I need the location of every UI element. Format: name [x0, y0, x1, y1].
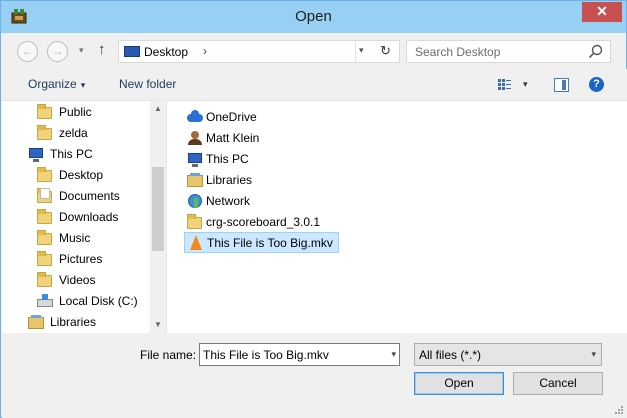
- view-dropdown-button[interactable]: ▾: [523, 79, 528, 90]
- file-type-value: All files (*.*): [419, 348, 482, 362]
- up-button[interactable]: ↑: [98, 41, 106, 58]
- list-item-label: OneDrive: [206, 109, 257, 124]
- computer-icon: [28, 146, 44, 162]
- sidebar-item-label: Downloads: [59, 209, 119, 224]
- sidebar-item-label: Documents: [59, 188, 120, 203]
- libraries-icon: [28, 314, 44, 330]
- organize-caret-icon: ▾: [80, 80, 86, 90]
- organize-label: Organize: [28, 77, 77, 91]
- list-item-label: crg-scoreboard_3.0.1: [206, 214, 321, 229]
- file-type-select[interactable]: All files (*.*) ▾: [414, 343, 602, 366]
- list-item-selected-file[interactable]: This File is Too Big.mkv: [184, 232, 339, 253]
- folder-icon: [187, 213, 203, 230]
- breadcrumb-desktop[interactable]: Desktop: [144, 45, 188, 59]
- sidebar-item-label: Videos: [59, 272, 96, 287]
- pictures-folder-icon: [37, 250, 53, 267]
- file-name-label: File name:: [140, 348, 197, 362]
- sidebar-item-videos[interactable]: Videos: [37, 269, 95, 290]
- list-item-label: This PC: [206, 151, 249, 166]
- network-icon: [187, 193, 203, 209]
- user-folder-icon: [187, 130, 203, 146]
- sidebar-item-this-pc[interactable]: This PC: [28, 143, 93, 164]
- preview-pane-icon[interactable]: [554, 78, 569, 92]
- downloads-folder-icon: [37, 208, 53, 225]
- refresh-button[interactable]: ↻: [380, 43, 391, 59]
- sidebar-item-label: Pictures: [59, 251, 103, 266]
- title-bar[interactable]: Open ✕: [1, 1, 626, 33]
- sidebar-item-documents[interactable]: Documents: [37, 185, 120, 206]
- sidebar-item-music[interactable]: Music: [37, 227, 90, 248]
- folder-icon: [37, 103, 53, 120]
- new-folder-button[interactable]: New folder: [119, 77, 176, 91]
- file-name-field[interactable]: This File is Too Big.mkv ▾: [199, 343, 400, 366]
- open-file-dialog: Open ✕ ← → ▾ ↑ Desktop › ▾ ↻ Search Desk…: [0, 0, 627, 418]
- videos-folder-icon: [37, 271, 53, 288]
- navigation-pane-scrollbar[interactable]: ▲ ▼: [150, 101, 166, 333]
- open-button[interactable]: Open: [414, 372, 504, 395]
- scroll-down-button[interactable]: ▼: [150, 317, 166, 333]
- sidebar-item-label: Music: [59, 230, 91, 245]
- dialog-footer: File name: This File is Too Big.mkv ▾ Al…: [2, 333, 627, 418]
- organize-button[interactable]: Organize ▾: [28, 77, 85, 91]
- window-title: Open: [295, 8, 332, 25]
- file-name-dropdown-button[interactable]: ▾: [391, 349, 396, 360]
- search-input[interactable]: Search Desktop: [406, 40, 611, 63]
- command-toolbar: Organize ▾ New folder ▾ ?: [2, 69, 627, 101]
- computer-icon: [187, 151, 203, 167]
- sidebar-item-libraries[interactable]: Libraries: [28, 311, 96, 332]
- sidebar-item-pictures[interactable]: Pictures: [37, 248, 102, 269]
- sidebar-item-label: Public: [59, 104, 92, 119]
- forward-button[interactable]: →: [47, 41, 68, 62]
- sidebar-item-local-disk[interactable]: Local Disk (C:): [37, 290, 138, 311]
- file-type-dropdown-icon: ▾: [591, 349, 596, 359]
- cancel-button[interactable]: Cancel: [513, 372, 603, 395]
- list-item-onedrive[interactable]: OneDrive: [184, 106, 262, 127]
- address-divider: [355, 41, 356, 62]
- list-item-this-pc[interactable]: This PC: [184, 148, 254, 169]
- onedrive-icon: [187, 109, 203, 125]
- sidebar-item-zelda[interactable]: zelda: [37, 122, 88, 143]
- scrollbar-thumb[interactable]: [152, 167, 164, 251]
- sidebar-item-label: Desktop: [59, 167, 104, 182]
- view-options-icon[interactable]: [498, 78, 512, 91]
- list-item-matt-klein[interactable]: Matt Klein: [184, 127, 264, 148]
- navigation-bar: ← → ▾ ↑ Desktop › ▾ ↻ Search Desktop: [9, 33, 620, 69]
- close-button[interactable]: ✕: [582, 2, 622, 22]
- list-item-libraries[interactable]: Libraries: [184, 169, 257, 190]
- list-item-label: Matt Klein: [206, 130, 260, 145]
- list-item-network[interactable]: Network: [184, 190, 255, 211]
- desktop-folder-icon: [37, 166, 53, 183]
- recent-locations-button[interactable]: ▾: [79, 45, 84, 56]
- sidebar-item-downloads[interactable]: Downloads: [37, 206, 118, 227]
- sidebar-item-public[interactable]: Public: [37, 101, 92, 122]
- sidebar-item-label: Local Disk (C:): [59, 293, 138, 308]
- navigation-pane: Public zelda This PC Desktop Documents D…: [2, 101, 166, 333]
- scroll-up-button[interactable]: ▲: [150, 101, 166, 117]
- address-bar[interactable]: Desktop › ▾ ↻: [118, 40, 400, 63]
- music-folder-icon: [37, 229, 53, 246]
- sidebar-item-label: Libraries: [50, 314, 97, 329]
- list-item-label: Network: [206, 193, 251, 208]
- file-name-value[interactable]: This File is Too Big.mkv: [203, 348, 329, 362]
- vlc-media-icon: [188, 234, 204, 251]
- breadcrumb-chevron-icon[interactable]: ›: [203, 44, 207, 58]
- desktop-icon: [124, 46, 140, 57]
- sidebar-item-desktop[interactable]: Desktop: [37, 164, 103, 185]
- help-button[interactable]: ?: [589, 77, 604, 92]
- hard-disk-icon: [37, 293, 53, 309]
- documents-folder-icon: [37, 187, 53, 204]
- sidebar-item-label: zelda: [59, 125, 88, 140]
- search-icon[interactable]: [588, 44, 603, 59]
- list-item-crg-scoreboard[interactable]: crg-scoreboard_3.0.1: [184, 211, 325, 232]
- folder-icon: [37, 124, 53, 141]
- list-item-label: Libraries: [206, 172, 253, 187]
- back-button[interactable]: ←: [17, 41, 38, 62]
- file-list: OneDrive Matt Klein This PC Libraries Ne…: [167, 101, 627, 333]
- address-dropdown-button[interactable]: ▾: [359, 45, 364, 56]
- resize-grip-icon[interactable]: [614, 405, 624, 415]
- sidebar-item-label: This PC: [50, 146, 93, 161]
- libraries-icon: [187, 172, 203, 188]
- search-placeholder: Search Desktop: [415, 45, 501, 59]
- list-item-label: This File is Too Big.mkv: [207, 235, 333, 250]
